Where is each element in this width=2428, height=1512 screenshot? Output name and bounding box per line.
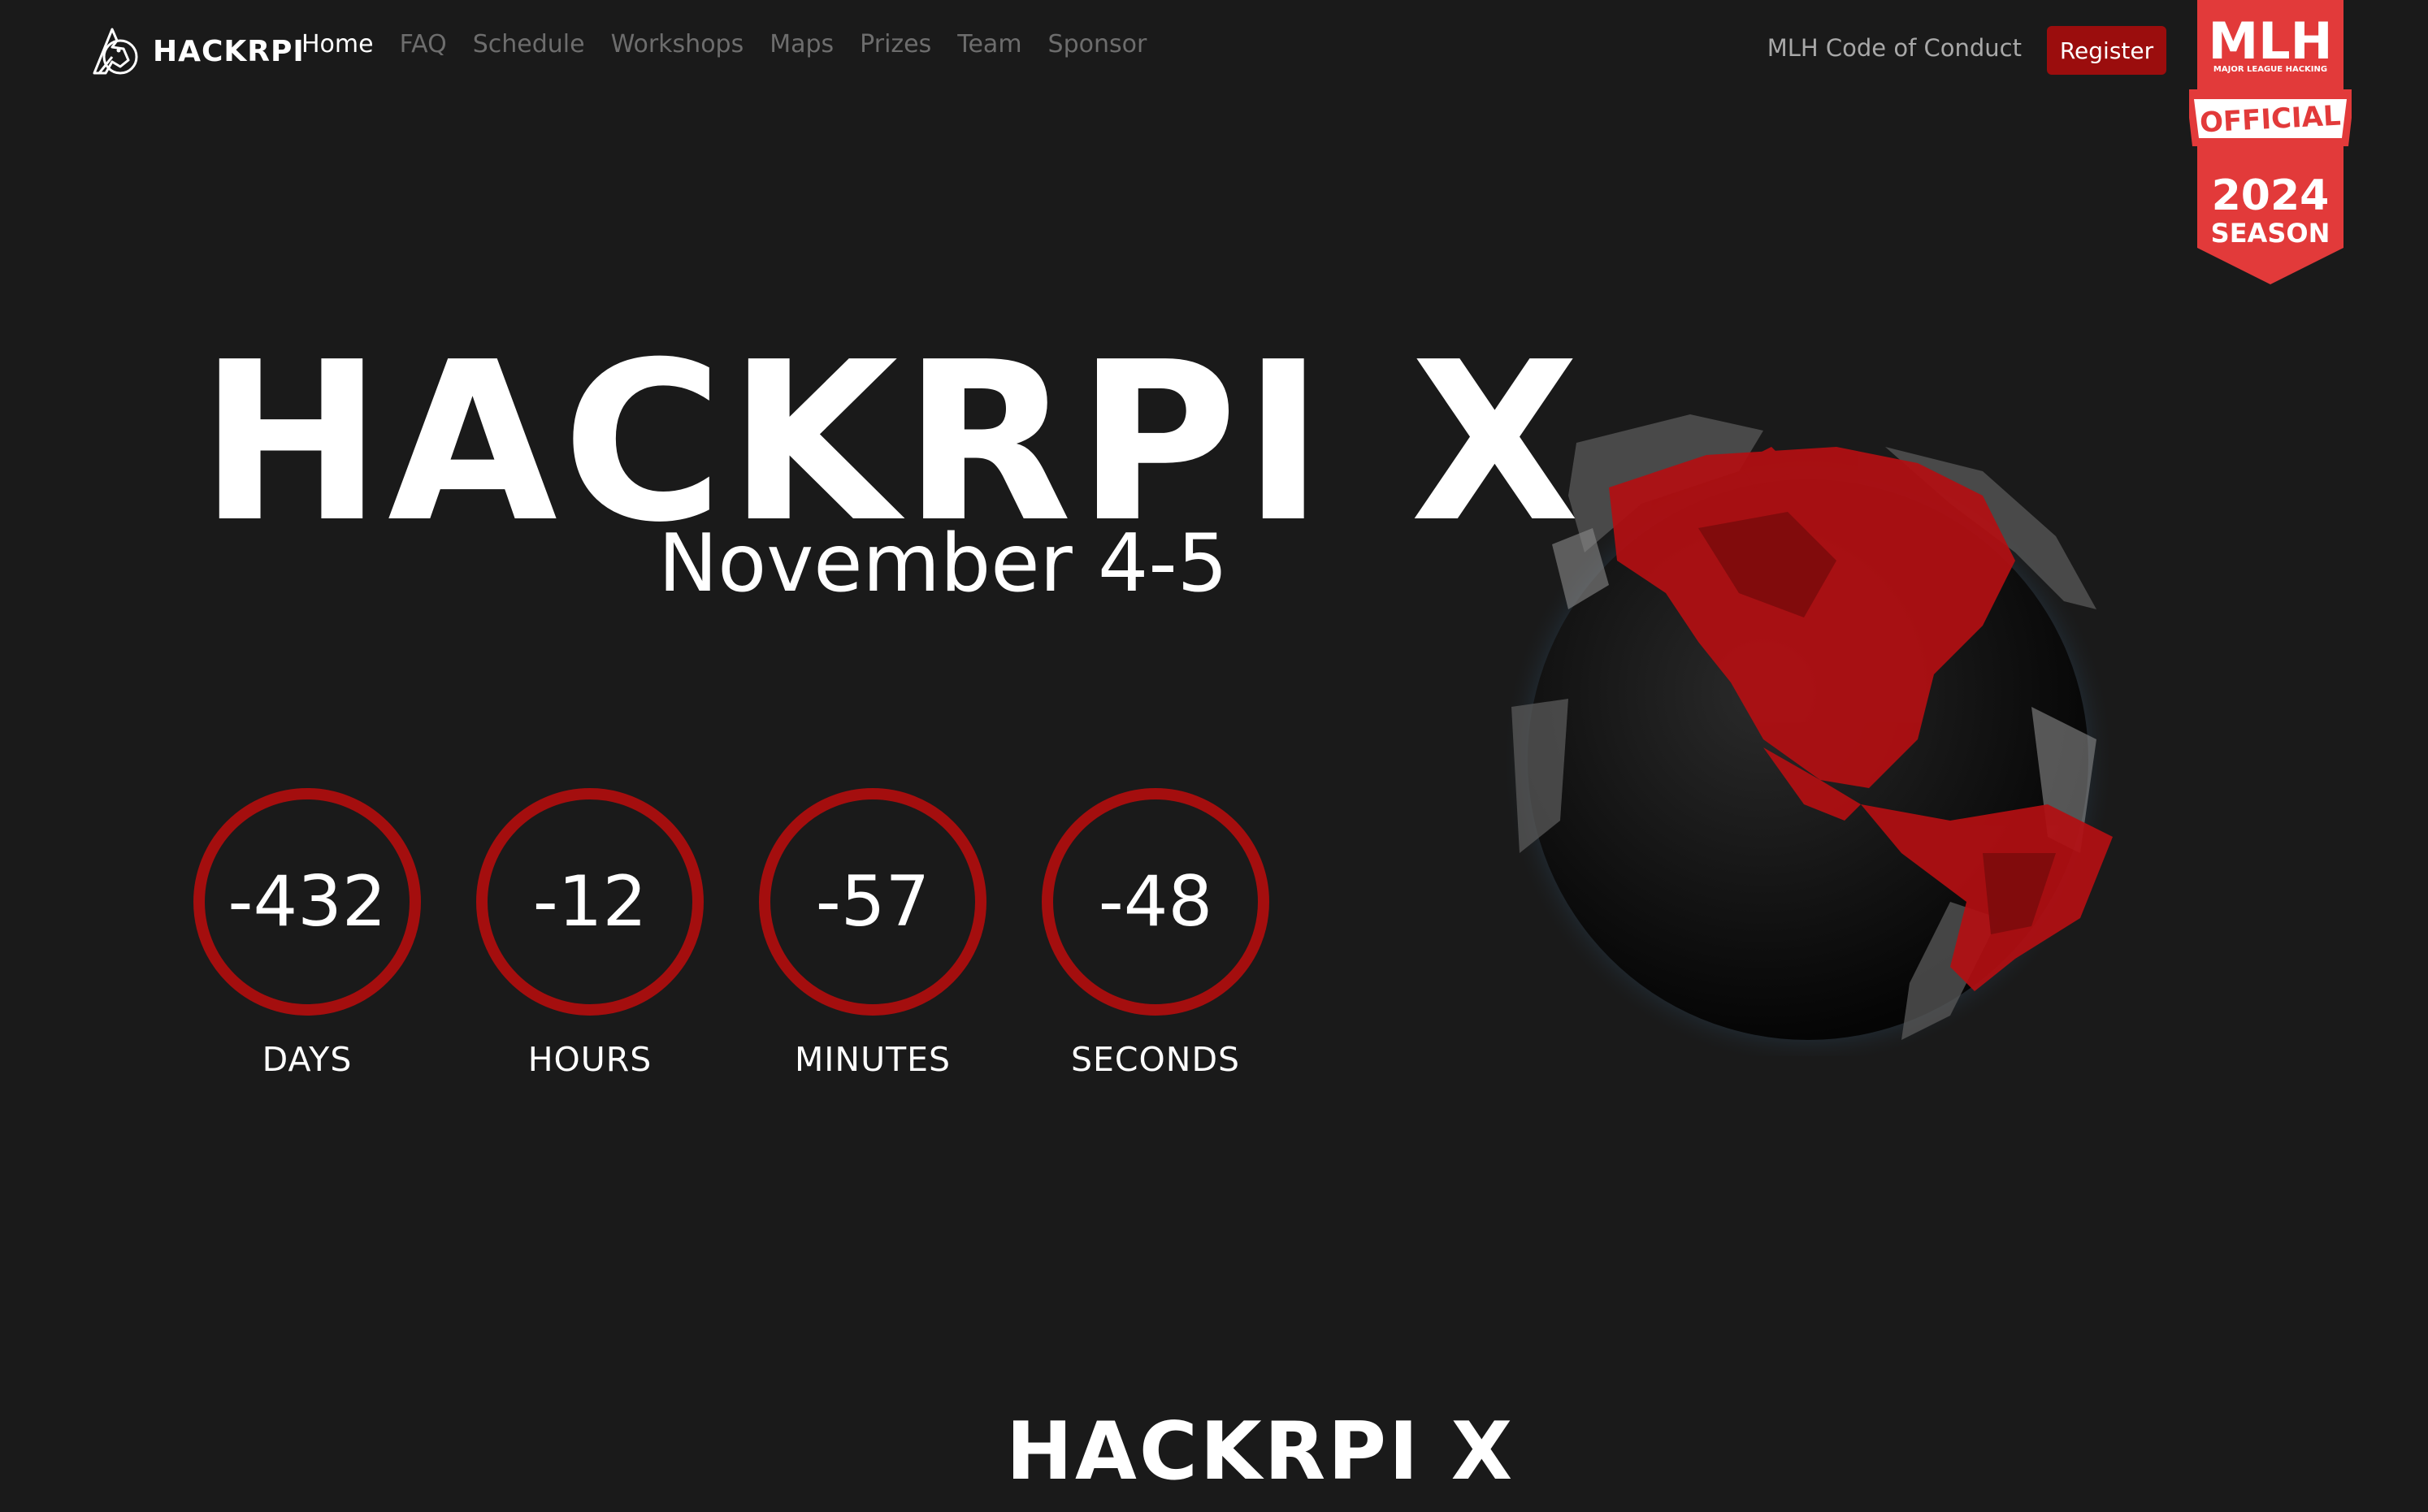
mlh-official-badge[interactable]: MLH MAJOR LEAGUE HACKING OFFICIAL 2024 S… (2189, 0, 2352, 286)
event-date: November 4-5 (658, 518, 1229, 610)
mlh-badge-year: 2024 (2212, 171, 2330, 220)
mlh-badge-season: SEASON (2211, 218, 2330, 249)
countdown-days-value: -432 (193, 788, 421, 1016)
nav-link-prizes[interactable]: Prizes (860, 30, 931, 58)
nav-link-team[interactable]: Team (957, 30, 1021, 58)
globe-icon (1501, 414, 2115, 1056)
countdown-minutes-label: MINUTES (794, 1040, 952, 1079)
nav-link-faq[interactable]: FAQ (400, 30, 447, 58)
navbar: HACKRPI Home FAQ Schedule Workshops Maps… (0, 0, 2428, 102)
nav-link-workshops[interactable]: Workshops (611, 30, 744, 58)
mlh-badge-logo: MLH (2208, 11, 2332, 71)
brand-logo-link[interactable]: HACKRPI (88, 23, 305, 80)
countdown-seconds-label: SECONDS (1070, 1040, 1241, 1079)
countdown-hours: -12 HOURS (476, 788, 704, 1079)
countdown-days: -432 DAYS (193, 788, 421, 1079)
countdown-days-label: DAYS (262, 1040, 353, 1079)
countdown-hours-value: -12 (476, 788, 704, 1016)
nav-link-schedule[interactable]: Schedule (473, 30, 585, 58)
register-button[interactable]: Register (2047, 26, 2166, 75)
code-of-conduct-link[interactable]: MLH Code of Conduct (1767, 34, 2022, 62)
section-title: HACKRPI X (1006, 1406, 1515, 1498)
brand-name: HACKRPI (153, 34, 305, 68)
countdown-hours-label: HOURS (527, 1040, 653, 1079)
nav-link-maps[interactable]: Maps (770, 30, 834, 58)
countdown-minutes: -57 MINUTES (759, 788, 986, 1079)
countdown-seconds-value: -48 (1042, 788, 1269, 1016)
nav-link-sponsor[interactable]: Sponsor (1048, 30, 1147, 58)
nav-link-home[interactable]: Home (301, 30, 374, 58)
nav-links: Home FAQ Schedule Workshops Maps Prizes … (301, 30, 1173, 58)
mlh-badge-tagline: MAJOR LEAGUE HACKING (2213, 65, 2327, 74)
hackrpi-horse-logo-icon (93, 28, 138, 75)
countdown-minutes-value: -57 (759, 788, 986, 1016)
countdown-seconds: -48 SECONDS (1042, 788, 1269, 1079)
